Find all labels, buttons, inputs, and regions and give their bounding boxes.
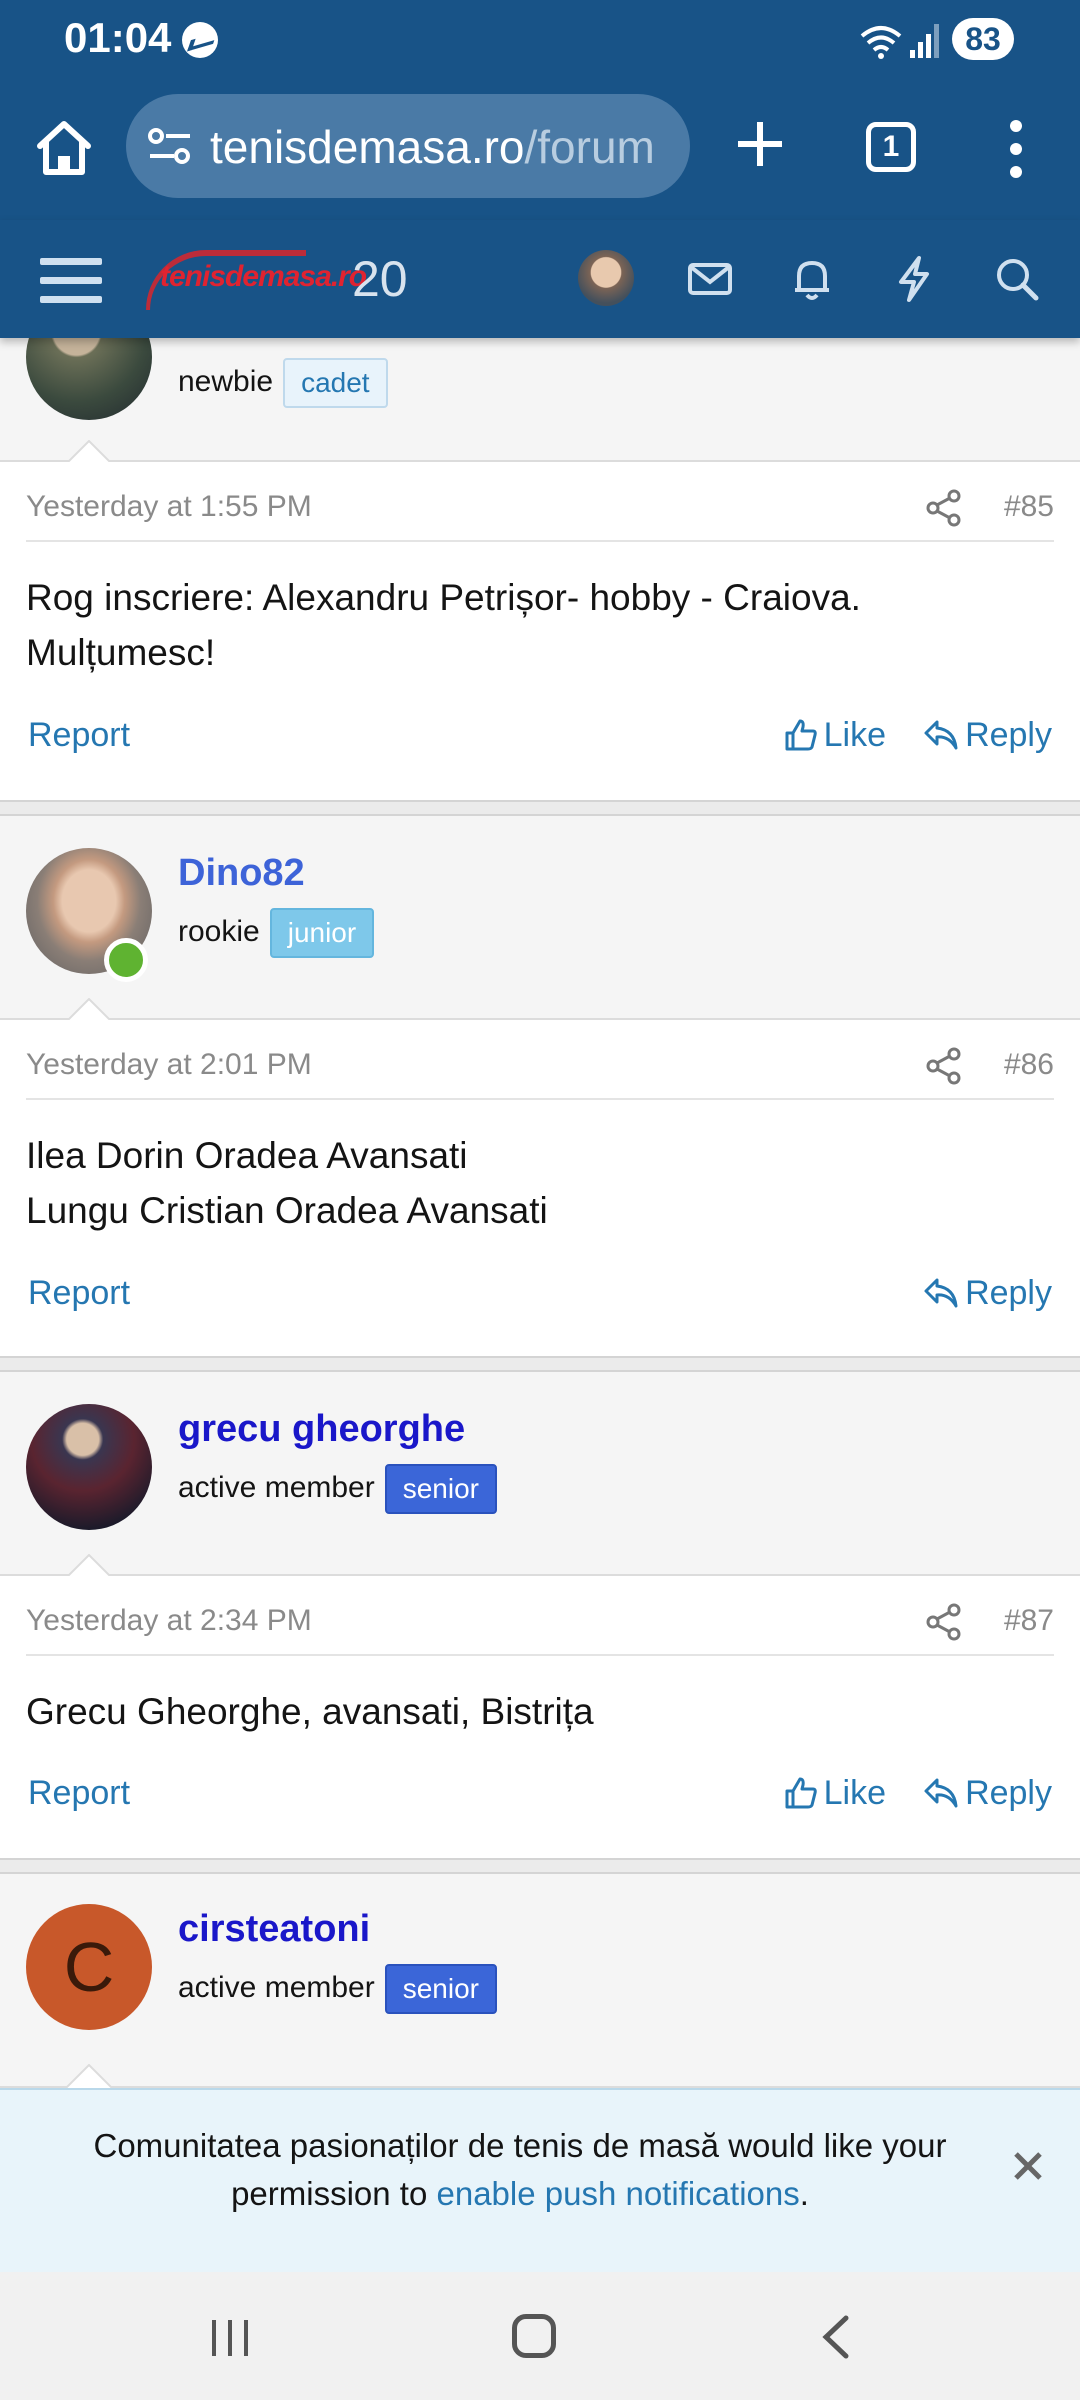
signal-icon — [910, 24, 939, 58]
username[interactable]: cirsteatoni — [178, 1908, 370, 1951]
user-title: newbie cadet — [178, 358, 388, 408]
reply-button[interactable]: Reply — [923, 1274, 1052, 1313]
more-options-icon[interactable] — [1006, 118, 1026, 180]
home-button[interactable] — [512, 2314, 556, 2358]
post-separator — [0, 800, 1080, 816]
share-icon[interactable] — [924, 1602, 964, 1642]
post-pointer — [66, 440, 112, 464]
post-meta: Yesterday at 1:55 PM #85 — [26, 488, 1054, 542]
report-link[interactable]: Report — [28, 716, 130, 755]
like-button[interactable]: Like — [784, 1774, 886, 1813]
forum-header: tenisdemasa.ro 20 — [0, 220, 1080, 338]
post-author-block: C cirsteatoni active member senior — [0, 1874, 1080, 2088]
share-icon[interactable] — [924, 488, 964, 528]
user-title: rookie junior — [178, 908, 375, 958]
like-button[interactable]: Like — [784, 716, 886, 755]
user-title: active member senior — [178, 1464, 497, 1514]
wifi-icon — [860, 26, 902, 59]
thumbs-up-icon — [785, 719, 817, 751]
post-message: Rog inscriere: Alexandru Petrișor- hobby… — [26, 577, 861, 673]
status-bar: 01:04 83 — [0, 0, 1080, 78]
post-message: Grecu Gheorghe, avansati, Bistrița — [26, 1691, 594, 1732]
push-notice-text: Comunitatea pasionaților de tenis de mas… — [93, 2127, 947, 2212]
messenger-icon — [182, 22, 218, 58]
post-meta: Yesterday at 2:01 PM #86 — [26, 1046, 1054, 1100]
system-nav-bar — [0, 2272, 1080, 2400]
home-icon[interactable] — [34, 118, 94, 178]
post-number[interactable]: #86 — [1004, 1048, 1054, 1082]
reply-icon — [924, 1778, 958, 1808]
reply-icon — [924, 1278, 958, 1308]
post-date[interactable]: Yesterday at 2:01 PM — [26, 1048, 312, 1082]
post-author-block: newbie cadet — [0, 294, 1080, 464]
report-link[interactable]: Report — [28, 1274, 130, 1313]
site-settings-icon[interactable] — [148, 126, 192, 166]
post-86: Yesterday at 2:01 PM #86 Ilea Dorin Orad… — [0, 1020, 1080, 1356]
post-number[interactable]: #87 — [1004, 1604, 1054, 1638]
lightning-icon[interactable] — [887, 252, 941, 306]
menu-icon[interactable] — [40, 258, 102, 308]
site-logo[interactable]: tenisdemasa.ro 20 — [146, 244, 416, 314]
browser-toolbar: tenisdemasa.ro/forum 1 — [0, 78, 1080, 220]
reply-button[interactable]: Reply — [923, 716, 1052, 755]
tab-switcher-button[interactable]: 1 — [866, 122, 916, 172]
user-rank-badge: senior — [384, 1964, 497, 2014]
user-rank-badge: junior — [269, 908, 375, 958]
address-bar[interactable]: tenisdemasa.ro/forum — [126, 94, 690, 198]
username[interactable]: Dino82 — [178, 852, 305, 895]
bell-icon[interactable] — [785, 252, 839, 306]
post-85: Yesterday at 1:55 PM #85 Rog inscriere: … — [0, 462, 1080, 800]
avatar[interactable] — [26, 1404, 152, 1530]
online-status-indicator — [104, 938, 148, 982]
avatar[interactable]: C — [26, 1904, 152, 2030]
post-meta: Yesterday at 2:34 PM #87 — [26, 1602, 1054, 1656]
post-message: Ilea Dorin Oradea Avansati Lungu Cristia… — [26, 1135, 548, 1231]
post-date[interactable]: Yesterday at 1:55 PM — [26, 490, 312, 524]
report-link[interactable]: Report — [28, 1774, 130, 1813]
search-icon[interactable] — [990, 252, 1044, 306]
post-separator — [0, 1356, 1080, 1372]
reply-icon — [924, 720, 958, 750]
post-separator — [0, 1858, 1080, 1874]
battery-indicator: 83 — [952, 18, 1014, 60]
account-avatar[interactable] — [578, 250, 634, 306]
push-notification-banner: Comunitatea pasionaților de tenis de mas… — [0, 2088, 1080, 2272]
reply-button[interactable]: Reply — [923, 1774, 1052, 1813]
status-time: 01:04 — [64, 14, 172, 61]
post-number[interactable]: #85 — [1004, 490, 1054, 524]
recent-apps-icon[interactable] — [208, 2316, 252, 2360]
enable-push-link[interactable]: enable push notifications — [436, 2175, 799, 2212]
url-text: tenisdemasa.ro/forum — [210, 121, 655, 173]
user-rank-badge: senior — [384, 1464, 497, 1514]
new-tab-icon[interactable] — [730, 114, 790, 174]
thumbs-up-icon — [785, 1777, 817, 1809]
user-rank-badge: cadet — [283, 358, 388, 408]
post-pointer — [66, 1554, 112, 1578]
close-icon[interactable] — [1010, 2148, 1046, 2184]
user-title: active member senior — [178, 1964, 497, 2014]
post-pointer — [66, 2064, 112, 2088]
username[interactable]: grecu gheorghe — [178, 1408, 465, 1451]
post-87: Yesterday at 2:34 PM #87 Grecu Gheorghe,… — [0, 1576, 1080, 1858]
back-icon[interactable] — [816, 2314, 856, 2360]
post-date[interactable]: Yesterday at 2:34 PM — [26, 1604, 312, 1638]
inbox-icon[interactable] — [683, 252, 737, 306]
post-author-block: Dino82 rookie junior — [0, 816, 1080, 1022]
share-icon[interactable] — [924, 1046, 964, 1086]
post-pointer — [66, 998, 112, 1022]
post-author-block: grecu gheorghe active member senior — [0, 1372, 1080, 1578]
